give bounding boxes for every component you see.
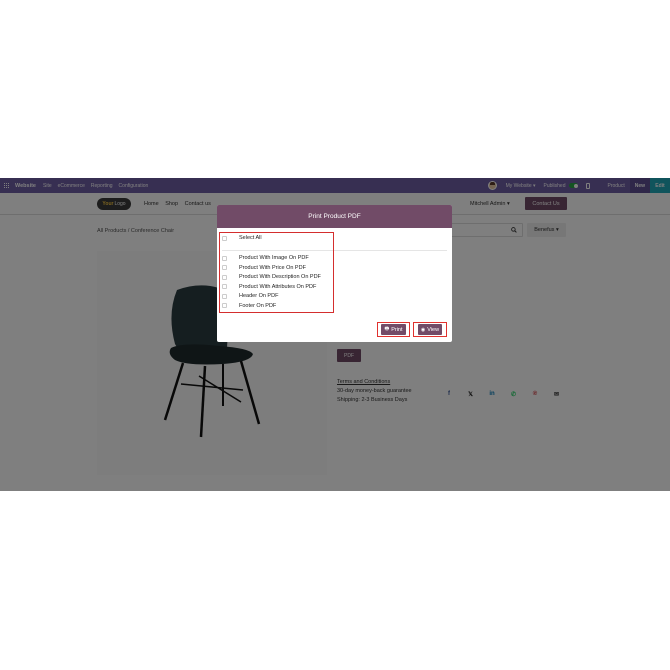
dialog-actions: 🖶 Print ◉ View (377, 322, 450, 337)
options-highlight-box (219, 232, 334, 313)
view-button[interactable]: ◉ View (417, 324, 443, 335)
print-button[interactable]: 🖶 Print (381, 324, 406, 335)
view-label: View (427, 326, 440, 333)
website-editor-frame: Website Site eCommerce Reporting Configu… (0, 178, 670, 491)
print-label: Print (391, 326, 403, 333)
dialog-title: Print Product PDF (217, 205, 452, 228)
print-pdf-dialog: Print Product PDF Select All Product Wit… (217, 205, 452, 342)
printer-icon: 🖶 (384, 325, 390, 332)
print-button-highlight: 🖶 Print (377, 322, 410, 337)
eye-icon: ◉ (420, 326, 426, 333)
view-button-highlight: ◉ View (413, 322, 447, 337)
